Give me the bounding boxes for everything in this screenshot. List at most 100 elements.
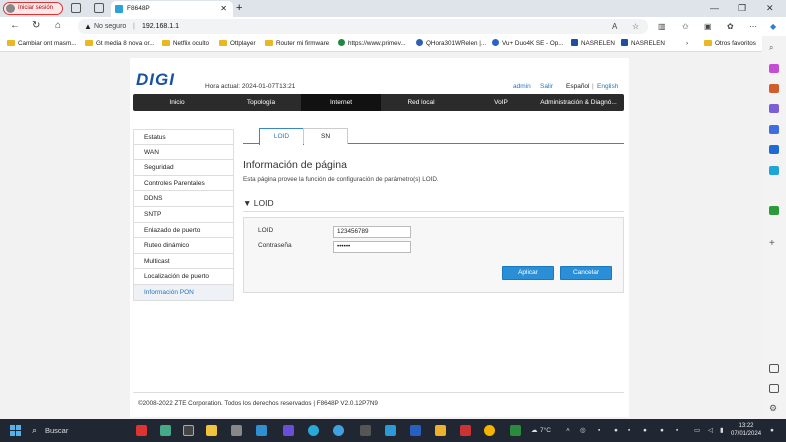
drop-icon[interactable] (769, 166, 779, 175)
language-spanish[interactable]: Español (566, 83, 590, 90)
bookmark-item[interactable]: Router mi firmware (265, 36, 329, 52)
tray-app-icon[interactable]: ◎ (580, 419, 586, 442)
notification-icon[interactable]: ● (770, 419, 774, 442)
volume-icon[interactable]: ◁ (708, 419, 713, 442)
bookmark-item[interactable]: QHora301WRelen |... (416, 36, 486, 52)
telegram-icon[interactable] (333, 425, 344, 436)
tab-sn[interactable]: SN (303, 128, 348, 144)
bookmark-item[interactable]: Gt media 8 nova or... (85, 36, 154, 52)
tab-loid[interactable]: LOID (259, 128, 304, 145)
password-input[interactable]: •••••• (333, 241, 411, 253)
user-link[interactable]: admin (513, 83, 531, 90)
more-menu-icon[interactable]: ⋯ (749, 21, 757, 32)
weather-temp[interactable]: 7°C (540, 419, 551, 442)
favorite-star-icon[interactable]: ☆ (632, 21, 639, 32)
taskbar-clock[interactable]: 13:22 07/01/2024 (731, 422, 761, 438)
new-tab-icon[interactable]: + (236, 0, 242, 16)
taskbar-search[interactable]: ⌕ Buscar (28, 423, 128, 438)
menu-localizacion-puerto[interactable]: Localización de puerto (133, 269, 234, 285)
menu-wan[interactable]: WAN (133, 144, 234, 161)
weather-icon[interactable]: ☁ (531, 419, 538, 442)
tray-app-icon[interactable]: ▪ (628, 419, 630, 442)
menu-ruteo-dinamico[interactable]: Ruteo dinámico (133, 238, 234, 254)
shopping-icon[interactable] (769, 64, 779, 73)
bookmark-item[interactable]: https://www.primev... (338, 36, 406, 52)
app-icon[interactable] (136, 425, 147, 436)
tools-icon[interactable] (769, 84, 779, 93)
nav-internet[interactable]: Internet (301, 94, 381, 111)
logout-link[interactable]: Salir (540, 83, 553, 90)
split-screen-icon[interactable]: ▥ (658, 21, 666, 32)
nav-inicio[interactable]: Inicio (133, 94, 221, 111)
settings-gear-icon[interactable]: ⚙ (769, 403, 779, 413)
app-icon[interactable] (160, 425, 171, 436)
nav-topologia[interactable]: Topología (221, 94, 301, 111)
edge-icon[interactable] (308, 425, 319, 436)
outlook-icon[interactable] (769, 145, 779, 154)
nav-red-local[interactable]: Red local (381, 94, 461, 111)
menu-seguridad[interactable]: Seguridad (133, 160, 234, 176)
microsoft365-icon[interactable] (769, 125, 779, 134)
chrome-icon[interactable] (484, 425, 495, 436)
tray-app-icon[interactable]: ● (660, 419, 664, 442)
app-icon[interactable] (435, 425, 446, 436)
tray-app-icon[interactable]: ● (643, 419, 647, 442)
bookmark-item[interactable]: Ottplayer (219, 36, 256, 52)
bookmark-item[interactable]: Otros favoritos (704, 36, 756, 52)
copilot-icon[interactable]: ◆ (770, 21, 776, 32)
nav-administracion[interactable]: Administración & Diagnó... (533, 94, 624, 111)
menu-enlazado-puerto[interactable]: Enlazado de puerto (133, 222, 234, 239)
browser-tab[interactable]: F8648P ✕ (111, 1, 233, 17)
app-icon[interactable] (360, 425, 371, 436)
collections-icon[interactable]: ▣ (704, 21, 712, 32)
maximize-icon[interactable]: ❐ (738, 1, 746, 15)
tray-app-icon[interactable]: ▪ (676, 419, 678, 442)
battery-icon[interactable]: ▮ (720, 419, 724, 442)
home-icon[interactable]: ⌂ (55, 20, 61, 32)
app-icon[interactable] (460, 425, 471, 436)
cancel-button[interactable]: Cancelar (560, 266, 612, 280)
task-view-icon[interactable] (183, 425, 194, 436)
collapse-arrow-icon[interactable]: ▼ (243, 198, 251, 208)
extensions-icon[interactable]: ✿ (727, 21, 734, 32)
close-tab-icon[interactable]: ✕ (220, 1, 227, 16)
windows-start-icon[interactable] (10, 425, 21, 436)
menu-informacion-pon[interactable]: Información PON (133, 284, 234, 301)
bookmark-item[interactable]: Vu+ Duo4K SE - Op... (492, 36, 564, 52)
tab-actions-icon[interactable] (94, 3, 104, 13)
app-icon[interactable] (231, 425, 242, 436)
games-icon[interactable] (769, 104, 779, 113)
add-icon[interactable]: + (769, 238, 779, 249)
favorites-icon[interactable]: ✩ (682, 21, 689, 32)
nav-voip[interactable]: VoIP (461, 94, 541, 111)
close-window-icon[interactable]: ✕ (766, 1, 774, 15)
file-explorer-icon[interactable] (206, 425, 217, 436)
tray-app-icon[interactable]: ● (614, 419, 618, 442)
tree-icon[interactable] (769, 206, 779, 215)
app-icon[interactable] (256, 425, 267, 436)
tray-app-icon[interactable]: ▪ (598, 419, 600, 442)
tray-chevron-icon[interactable]: ˄ (566, 419, 570, 442)
language-english[interactable]: English (597, 83, 618, 90)
search-icon[interactable]: ⌕ (769, 43, 779, 52)
menu-estatus[interactable]: Estatus (133, 129, 234, 145)
outlook-icon[interactable] (410, 425, 421, 436)
apply-button[interactable]: Aplicar (502, 266, 554, 280)
menu-ddns[interactable]: DDNS (133, 191, 234, 207)
section-header[interactable]: ▼ LOID (243, 198, 274, 208)
menu-multicast[interactable]: Multicast (133, 253, 234, 270)
chevron-right-icon[interactable]: › (686, 36, 688, 52)
bookmark-item[interactable]: Cambiar ont masm... (7, 36, 76, 52)
menu-controles-parentales[interactable]: Controles Parentales (133, 175, 234, 192)
bookmark-item[interactable]: Netflix oculto (162, 36, 209, 52)
minimize-icon[interactable]: — (710, 1, 719, 15)
read-aloud-icon[interactable]: A (612, 21, 617, 32)
sidebar-layout-icon[interactable] (769, 364, 779, 373)
workspaces-icon[interactable] (71, 3, 81, 13)
back-icon[interactable]: ← (10, 20, 20, 32)
reload-icon[interactable]: ↻ (32, 20, 40, 32)
bookmark-item[interactable]: NASRELEN (571, 36, 615, 52)
app-icon[interactable] (283, 425, 294, 436)
hide-sidebar-icon[interactable] (769, 384, 779, 393)
loid-input[interactable]: 123456789 (333, 226, 411, 238)
